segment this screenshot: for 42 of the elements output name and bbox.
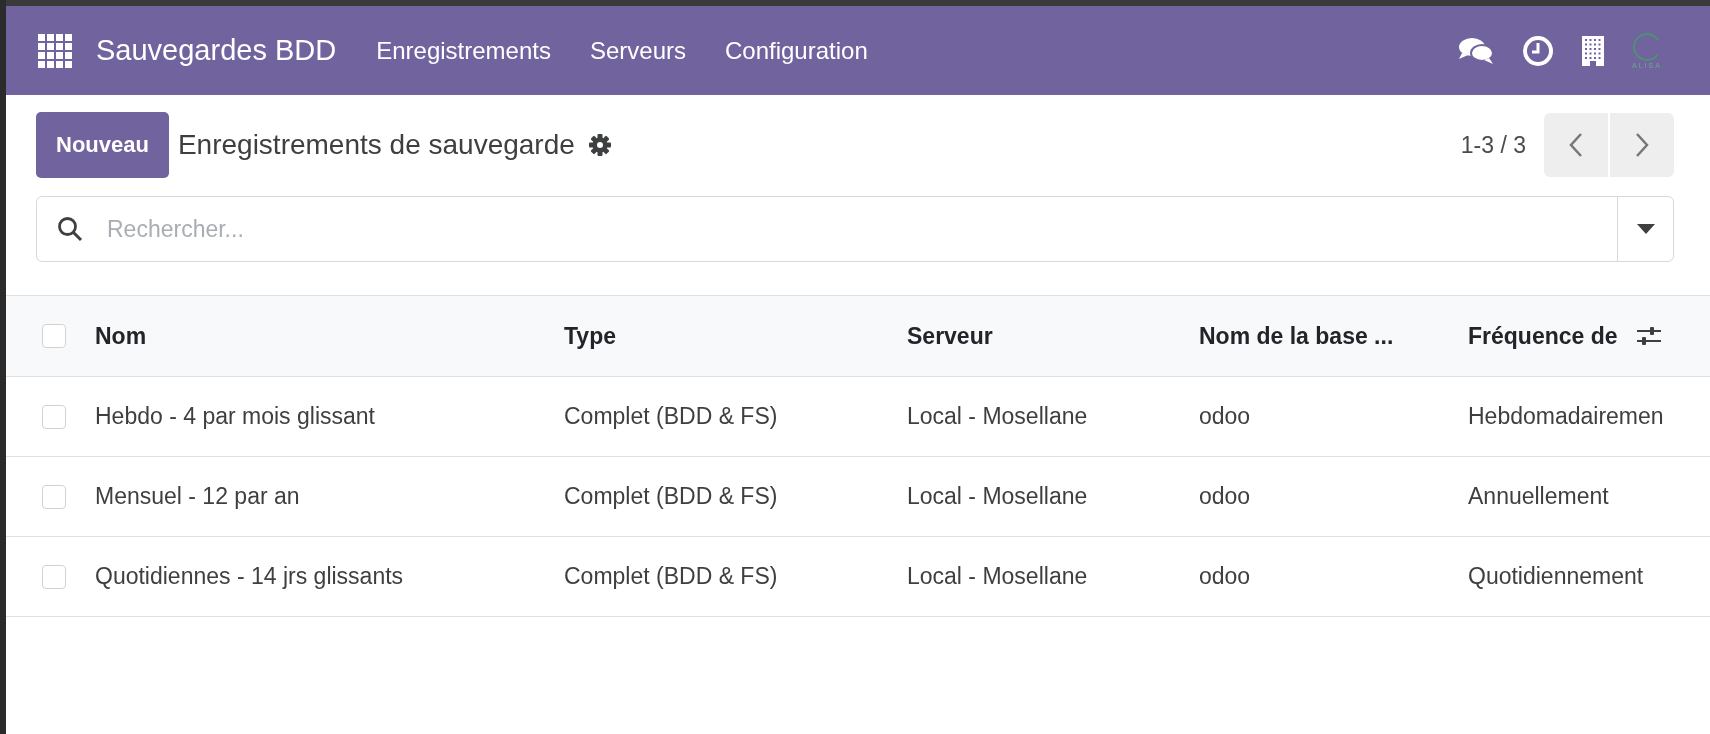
table-cell-text: Quotidiennement	[1468, 563, 1645, 590]
column-header[interactable]: Type	[564, 322, 907, 350]
table-cell-text: Hebdo - 4 par mois glissant	[95, 403, 376, 430]
page-title: Enregistrements de sauvegarde	[177, 129, 575, 161]
table-cell-text: Complet (BDD & FS)	[564, 563, 779, 590]
table-cell-text: odoo	[1199, 403, 1252, 430]
checkbox[interactable]	[42, 564, 66, 589]
column-header[interactable]: Nom	[95, 322, 564, 350]
table-cell-text: Complet (BDD & FS)	[564, 403, 779, 430]
column-header[interactable]: Nom de la base ...	[1199, 322, 1468, 350]
settings-icon[interactable]	[588, 134, 611, 156]
column-header[interactable]: Fréquence de	[1468, 322, 1618, 350]
table-cell-text: Local - Mosellane	[907, 483, 1089, 510]
chevron-right-icon	[1635, 132, 1649, 158]
search-icon	[57, 216, 83, 242]
table-cell-text: odoo	[1199, 483, 1252, 510]
logo-icon	[1632, 32, 1662, 62]
caret-icon	[1636, 224, 1655, 234]
chevron-left-icon	[1569, 132, 1583, 158]
table-cell-text: Complet (BDD & FS)	[564, 483, 779, 510]
table-cell-text: odoo	[1199, 563, 1252, 590]
table-cell-text: Hebdomadairemen	[1468, 403, 1665, 430]
column-header[interactable]: Serveur	[907, 322, 1199, 350]
clock-icon[interactable]	[1522, 34, 1554, 67]
menu-item[interactable]: Serveurs	[589, 36, 686, 65]
table-cell-text: Local - Mosellane	[907, 563, 1089, 590]
column-settings-icon[interactable]	[1635, 325, 1662, 347]
pager-count: 1-3 / 3	[1460, 131, 1526, 159]
table-cell-text: Local - Mosellane	[907, 403, 1089, 430]
table-cell-text: Annuellement	[1468, 483, 1610, 510]
checkbox[interactable]	[42, 484, 66, 509]
app-name[interactable]: Sauvegardes BDD	[96, 34, 337, 67]
building-icon[interactable]	[1582, 35, 1604, 66]
table-cell-text: Quotidiennes - 14 jrs glissants	[95, 563, 405, 590]
checkbox[interactable]	[42, 404, 66, 429]
app-grid-icon[interactable]	[38, 33, 72, 68]
checkbox[interactable]	[42, 324, 66, 348]
table-cell-text: Mensuel - 12 par an	[95, 483, 301, 510]
chat-icon[interactable]	[1458, 35, 1494, 66]
menu-item[interactable]: Configuration	[725, 36, 868, 65]
new-button[interactable]: Nouveau	[36, 112, 169, 178]
menu-item[interactable]: Enregistrements	[376, 36, 551, 65]
